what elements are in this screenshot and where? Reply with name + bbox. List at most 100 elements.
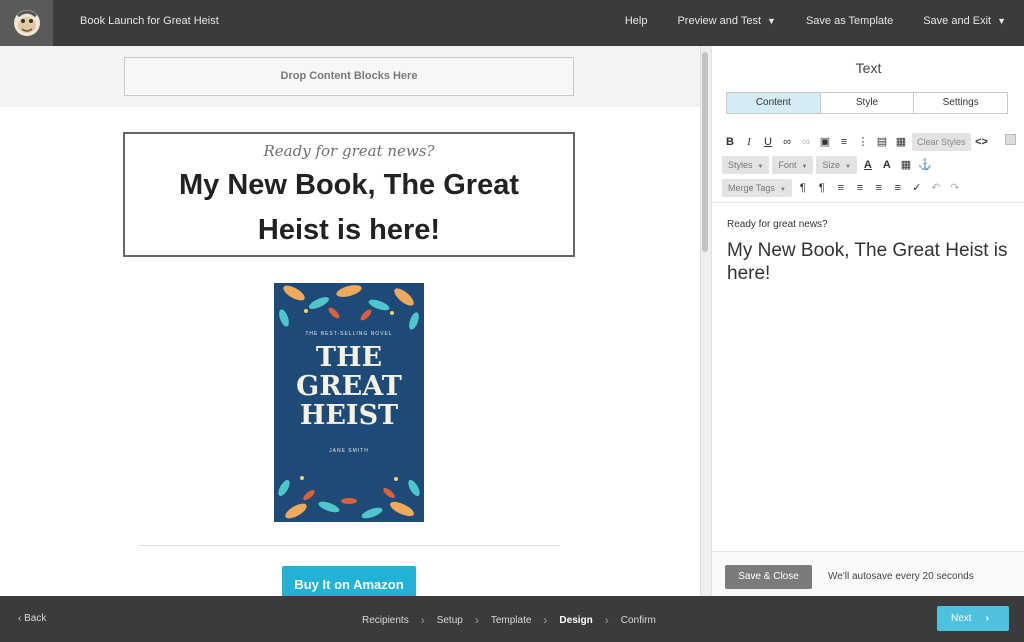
bullet-list-icon[interactable]: ⋮ [855, 133, 871, 151]
step-template[interactable]: Template [491, 615, 532, 626]
merge-tags-dropdown[interactable]: Merge Tags ▼ [722, 178, 792, 197]
bold-icon[interactable]: B [722, 133, 738, 151]
drop-zone-area: Drop Content Blocks Here [0, 46, 700, 107]
collapse-toolbar-icon[interactable] [1005, 134, 1016, 145]
source-code-icon[interactable]: <> [974, 133, 990, 151]
preview-and-test-menu[interactable]: Preview and Test ▼ [677, 15, 776, 27]
chevron-down-icon: ▼ [757, 163, 764, 170]
panel-title: Text [855, 60, 882, 76]
size-label: Size [822, 159, 840, 170]
clear-styles-button[interactable]: Clear Styles [912, 132, 971, 151]
chevron-right-icon: › [985, 613, 989, 624]
justify-icon[interactable]: ≡ [890, 179, 906, 197]
toolbar-row: B I U ∞ ∞ ▣ ≡ ⋮ ▤ ▦ Clear Styles <> [722, 130, 1022, 153]
bottom-bar: ‹ Back Recipients › Setup › Template › D… [0, 596, 1024, 642]
tab-content[interactable]: Content [727, 93, 821, 113]
table-icon[interactable]: ▦ [898, 156, 914, 174]
headline-line: Heist is here! [257, 214, 441, 246]
paste-text-icon[interactable]: ▦ [893, 133, 909, 151]
tab-settings[interactable]: Settings [914, 93, 1008, 113]
rich-text-editor[interactable]: Ready for great news? My New Book, The G… [712, 202, 1024, 552]
styles-dropdown[interactable]: Styles ▼ [722, 155, 770, 174]
chevron-right-icon: › [420, 613, 425, 627]
ltr-icon[interactable]: ¶ [795, 179, 811, 197]
next-button[interactable]: Next › [937, 606, 1009, 631]
selected-text-block[interactable]: Ready for great news? My New Book, The G… [123, 132, 575, 257]
paste-icon[interactable]: ▤ [874, 133, 890, 151]
preview-label: Preview and Test [677, 15, 762, 27]
step-recipients[interactable]: Recipients [362, 615, 409, 626]
chevron-left-icon: ‹ [18, 613, 22, 624]
chevron-down-icon: ▼ [801, 163, 808, 170]
back-button[interactable]: ‹ Back [18, 613, 46, 624]
underline-icon[interactable]: U [760, 133, 776, 151]
link-icon[interactable]: ∞ [779, 133, 795, 151]
align-center-icon[interactable]: ≡ [852, 179, 868, 197]
drop-content-zone[interactable]: Drop Content Blocks Here [124, 57, 574, 96]
campaign-title: Book Launch for Great Heist [80, 15, 219, 27]
step-design[interactable]: Design [559, 615, 592, 626]
autosave-note: We'll autosave every 20 seconds [828, 571, 974, 582]
ordered-list-icon[interactable]: ≡ [836, 133, 852, 151]
redo-icon[interactable]: ↷ [947, 179, 963, 197]
background-color-icon[interactable]: A [879, 156, 895, 174]
chevron-down-icon: ▼ [844, 163, 851, 170]
align-right-icon[interactable]: ≡ [871, 179, 887, 197]
chevron-right-icon: › [543, 613, 548, 627]
spellcheck-icon[interactable]: ✓ [909, 179, 925, 197]
email-subtitle: Ready for great news? [263, 142, 435, 160]
chevron-down-icon: ▼ [767, 16, 776, 26]
align-left-icon[interactable]: ≡ [833, 179, 849, 197]
unlink-icon[interactable]: ∞ [798, 133, 814, 151]
step-confirm[interactable]: Confirm [621, 615, 656, 626]
font-dropdown[interactable]: Font ▼ [772, 155, 814, 174]
panel-footer: Save & Close We'll autosave every 20 sec… [712, 551, 1024, 596]
panel-tabs: Content Style Settings [726, 92, 1008, 114]
toolbar-row: Styles ▼ Font ▼ Size ▼ A A ▦ ⚓ [722, 153, 1022, 176]
email-headline: My New Book, The Great Heist is here! [125, 163, 573, 253]
formatting-toolbar: B I U ∞ ∞ ▣ ≡ ⋮ ▤ ▦ Clear Styles <> Styl… [722, 130, 1022, 199]
cover-title-line: THE [315, 342, 383, 373]
cover-title-line: HEIST [299, 400, 399, 431]
save-and-close-button[interactable]: Save & Close [725, 565, 812, 589]
text-block-editor-panel: Text Content Style Settings B I U ∞ ∞ ▣ … [711, 46, 1024, 596]
buy-on-amazon-button[interactable]: Buy It on Amazon [282, 566, 416, 596]
chevron-right-icon: › [474, 613, 479, 627]
cover-author: JANE SMITH [329, 448, 369, 454]
cover-title-line: GREAT [296, 371, 402, 402]
text-color-icon[interactable]: A [860, 156, 876, 174]
styles-label: Styles [728, 159, 753, 170]
chevron-down-icon: ▼ [779, 186, 786, 193]
headline-line: My New Book, The Great [178, 169, 519, 201]
rtl-icon[interactable]: ¶ [814, 179, 830, 197]
next-label: Next [951, 613, 972, 624]
email-editor: Book Launch for Great Heist Help Preview… [0, 0, 1024, 642]
mailchimp-logo-icon[interactable] [0, 0, 53, 46]
top-bar: Book Launch for Great Heist Help Preview… [0, 0, 1024, 46]
italic-icon[interactable]: I [741, 133, 757, 151]
email-canvas: Drop Content Blocks Here Ready for great… [0, 46, 700, 596]
back-label: Back [24, 613, 47, 624]
tab-style[interactable]: Style [820, 93, 915, 113]
cover-title: THE GREAT HEIST [274, 343, 424, 430]
undo-icon[interactable]: ↶ [928, 179, 944, 197]
editor-subtitle: Ready for great news? [727, 219, 828, 230]
divider [139, 545, 560, 546]
chevron-down-icon: ▼ [997, 16, 1006, 26]
toolbar-row: Merge Tags ▼ ¶ ¶ ≡ ≡ ≡ ≡ ✓ ↶ ↷ [722, 176, 1022, 199]
wizard-steps: Recipients › Setup › Template › Design ›… [362, 613, 656, 627]
cover-tagline: THE BEST-SELLING NOVEL [305, 331, 393, 337]
font-label: Font [778, 159, 797, 170]
top-nav: Help Preview and Test ▼ Save as Template … [625, 15, 1006, 27]
step-setup[interactable]: Setup [437, 615, 463, 626]
image-icon[interactable]: ▣ [817, 133, 833, 151]
scrollbar-thumb[interactable] [702, 52, 708, 252]
merge-tags-label: Merge Tags [728, 182, 775, 193]
help-link[interactable]: Help [625, 15, 648, 27]
size-dropdown[interactable]: Size ▼ [816, 155, 857, 174]
save-as-template-link[interactable]: Save as Template [806, 15, 893, 27]
save-and-exit-menu[interactable]: Save and Exit ▼ [923, 15, 1006, 27]
book-cover-image[interactable]: THE BEST-SELLING NOVEL THE GREAT HEIST J… [274, 283, 424, 522]
anchor-icon[interactable]: ⚓ [917, 156, 933, 174]
editor-headline: My New Book, The Great Heist is here! [727, 240, 1008, 284]
